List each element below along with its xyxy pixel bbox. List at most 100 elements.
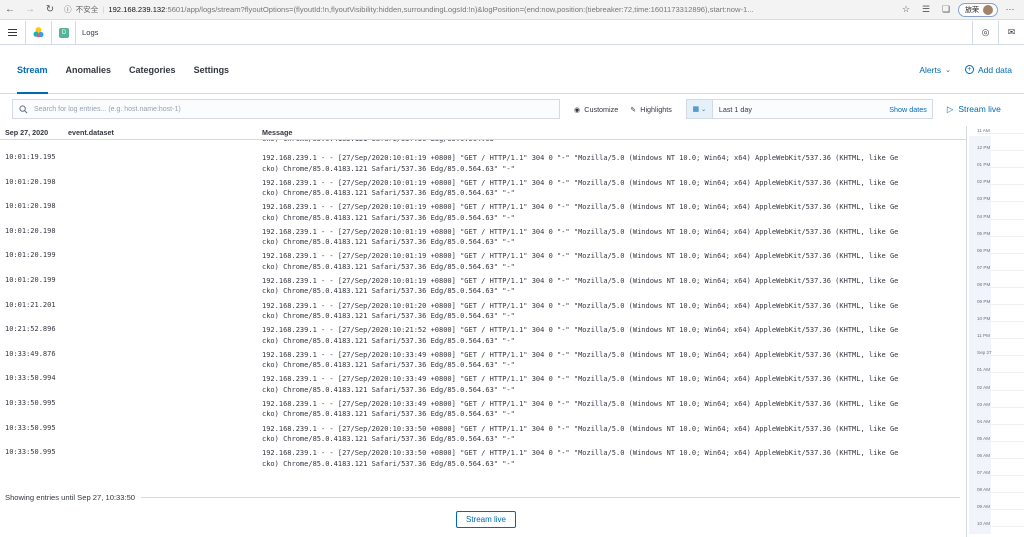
customize-button[interactable]: ◉ Customize (568, 99, 624, 119)
minimap-tick: 01 PM (977, 162, 1024, 169)
row-timestamp: 10:01:19.195 (0, 140, 262, 150)
table-row[interactable]: 10:01:21.201 192.168.239.1 - - [27/Sep/20… (0, 298, 966, 323)
column-date: Sep 27, 2020 (5, 128, 49, 137)
newsfeed-icon[interactable]: ✉ (998, 20, 1024, 45)
table-row[interactable]: 10:21:52.896 192.168.239.1 - - [27/Sep/20… (0, 322, 966, 347)
row-message-line: cko) Chrome/85.0.4183.121 Safari/537.36 … (262, 336, 515, 345)
row-message: 192.168.239.1 - - [27/Sep/2020:10:33:49 … (262, 347, 966, 372)
row-message: 192.168.239.1 - - [27/Sep/2020:10:33:49 … (262, 371, 966, 396)
tab-anomalies[interactable]: Anomalies (66, 46, 112, 94)
log-stream: Sep 27, 2020 event.dataset Message 10:01… (0, 126, 966, 537)
minimap-tick: 04 PM (977, 213, 1024, 220)
elastic-logo-icon[interactable] (26, 20, 52, 45)
row-message-line: cko) Chrome/85.0.4183.121 Safari/537.36 … (262, 361, 515, 370)
column-header: Sep 27, 2020 event.dataset Message (0, 126, 966, 140)
row-message-line: cko) Chrome/85.0.4183.121 Safari/537.36 … (262, 213, 515, 222)
stream-live-button[interactable]: ▷ Stream live (947, 104, 1001, 115)
help-icon[interactable]: ◎ (972, 20, 998, 45)
row-message-line: cko) Chrome/85.0.4183.121 Safari/537.36 … (262, 189, 515, 198)
row-message-line: cko) Chrome/85.0.4183.121 Safari/537.36 … (262, 262, 515, 271)
table-row[interactable]: 10:01:19.195 cko) Chrome/85.0.4183.121 S… (0, 140, 966, 150)
showing-entries-divider: Showing entries until Sep 27, 10:33:50 (5, 493, 960, 502)
highlights-button[interactable]: ✎ Highlights (624, 99, 678, 119)
favorites-icon[interactable]: ☰ (918, 2, 934, 18)
table-row[interactable]: 10:33:50.995 192.168.239.1 - - [27/Sep/20… (0, 396, 966, 421)
table-row[interactable]: 10:01:20.199 192.168.239.1 - - [27/Sep/20… (0, 273, 966, 298)
row-message: 192.168.239.1 - - [27/Sep/2020:10:01:20 … (262, 298, 966, 323)
row-timestamp: 10:01:20.199 (5, 275, 56, 284)
table-row[interactable]: 10:01:20.198 192.168.239.1 - - [27/Sep/20… (0, 224, 966, 249)
row-message: 192.168.239.1 - - [27/Sep/2020:10:01:19 … (262, 248, 966, 273)
collections-icon[interactable]: ❏ (938, 2, 954, 18)
row-timestamp: 10:33:50.995 (5, 448, 56, 457)
avatar (983, 4, 993, 15)
minimap-tick: 06 PM (977, 247, 1024, 254)
minimap-tick: 07 PM (977, 264, 1024, 271)
table-row[interactable]: 10:33:50.995 192.168.239.1 - - [27/Sep/20… (0, 445, 966, 470)
calendar-icon[interactable]: ▦ ⌄ (686, 100, 713, 118)
add-data-button[interactable]: + Add data (964, 65, 1012, 75)
back-icon[interactable]: ← (0, 0, 20, 20)
row-message-line: cko) Chrome/85.0.4183.121 Safari/537.36 … (262, 385, 515, 394)
reload-icon[interactable]: ↻ (40, 0, 60, 20)
row-message-line: 192.168.239.1 - - [27/Sep/2020:10:21:52 … (262, 326, 899, 335)
profile-button[interactable]: 旅荣 (958, 2, 998, 17)
table-row[interactable]: 10:01:19.195 192.168.239.1 - - [27/Sep/20… (0, 150, 966, 175)
tab-settings[interactable]: Settings (194, 46, 230, 94)
log-rows: 10:01:19.195 cko) Chrome/85.0.4183.121 S… (0, 140, 966, 470)
row-message-line: 192.168.239.1 - - [27/Sep/2020:10:01:19 … (262, 252, 899, 261)
row-timestamp: 10:33:50.995 (5, 398, 56, 407)
highlights-label: Highlights (640, 104, 672, 114)
row-message-line: 192.168.239.1 - - [27/Sep/2020:10:01:19 … (262, 227, 899, 236)
date-range: Last 1 day (718, 104, 752, 114)
search-placeholder: Search for log entries... (e.g. host.nam… (34, 105, 181, 113)
row-message-line: 192.168.239.1 - - [27/Sep/2020:10:33:49 … (262, 375, 899, 384)
profile-name: 旅荣 (965, 6, 979, 14)
more-icon[interactable]: ⋯ (1002, 2, 1018, 18)
log-minimap[interactable]: 11 AM 12 PM 01 PM 02 PM 03 PM 04 PM 05 PM 06 PM… (966, 126, 1024, 537)
stream-live-bottom-button[interactable]: Stream live (456, 511, 516, 528)
address-bar[interactable]: ⓘ 不安全 | 192.168.239.132:5601/app/logs/st… (64, 2, 892, 18)
row-message: 192.168.239.1 - - [27/Sep/2020:10:01:19 … (262, 199, 966, 224)
table-row[interactable]: 10:33:50.995 192.168.239.1 - - [27/Sep/20… (0, 421, 966, 446)
search-input[interactable]: Search for log entries... (e.g. host.nam… (12, 99, 560, 119)
menu-icon[interactable] (0, 20, 26, 45)
minimap-tick: 05 PM (977, 230, 1024, 237)
table-row[interactable]: 10:33:50.994 192.168.239.1 - - [27/Sep/20… (0, 371, 966, 396)
column-event-dataset: event.dataset (68, 128, 114, 137)
row-message-line: 192.168.239.1 - - [27/Sep/2020:10:33:50 … (262, 424, 899, 433)
security-warning: 不安全 (75, 5, 99, 14)
row-message-line: 192.168.239.1 - - [27/Sep/2020:10:33:50 … (262, 449, 899, 458)
row-message-line: cko) Chrome/85.0.4183.121 Safari/537.36 … (262, 287, 515, 296)
favorite-star-icon[interactable]: ☆ (898, 2, 914, 18)
row-message-line: 192.168.239.1 - - [27/Sep/2020:10:33:49 … (262, 350, 899, 359)
row-timestamp: 10:01:19.195 (5, 153, 56, 161)
alerts-button[interactable]: Alerts ⌄ (919, 65, 951, 75)
column-message: Message (262, 128, 293, 137)
row-message: 192.168.239.1 - - [27/Sep/2020:10:01:19 … (262, 273, 966, 298)
row-message: cko) Chrome/85.0.4183.121 Safari/537.36 … (262, 140, 966, 150)
table-row[interactable]: 10:01:20.198 192.168.239.1 - - [27/Sep/20… (0, 175, 966, 200)
customize-label: Customize (584, 104, 619, 114)
row-message-line: cko) Chrome/85.0.4183.121 Safari/537.36 … (262, 312, 515, 321)
alerts-label: Alerts (919, 64, 942, 75)
minimap-tick: 12 PM (977, 145, 1024, 152)
row-timestamp: 10:01:20.198 (5, 202, 56, 211)
forward-icon[interactable]: → (20, 0, 40, 20)
row-timestamp: 10:21:52.896 (5, 325, 56, 334)
minimap-tick: 11 PM (977, 333, 1024, 340)
minimap-tick: 03 PM (977, 196, 1024, 203)
row-message-line: 192.168.239.1 - - [27/Sep/2020:10:01:19 … (262, 203, 899, 212)
table-row[interactable]: 10:33:49.876 192.168.239.1 - - [27/Sep/20… (0, 347, 966, 372)
minimap-tick: 10 PM (977, 316, 1024, 323)
row-message: 192.168.239.1 - - [27/Sep/2020:10:01:19 … (262, 175, 966, 200)
search-icon (19, 104, 28, 113)
table-row[interactable]: 10:01:20.198 192.168.239.1 - - [27/Sep/20… (0, 199, 966, 224)
table-row[interactable]: 10:01:20.199 192.168.239.1 - - [27/Sep/20… (0, 248, 966, 273)
row-message-line: 192.168.239.1 - - [27/Sep/2020:10:01:19 … (262, 154, 899, 162)
tab-stream[interactable]: Stream (17, 46, 48, 94)
date-picker[interactable]: ▦ ⌄ Last 1 day Show dates (685, 99, 933, 119)
show-dates-button[interactable]: Show dates (889, 105, 932, 114)
tab-categories[interactable]: Categories (129, 46, 176, 94)
space-avatar[interactable]: D (59, 27, 69, 38)
